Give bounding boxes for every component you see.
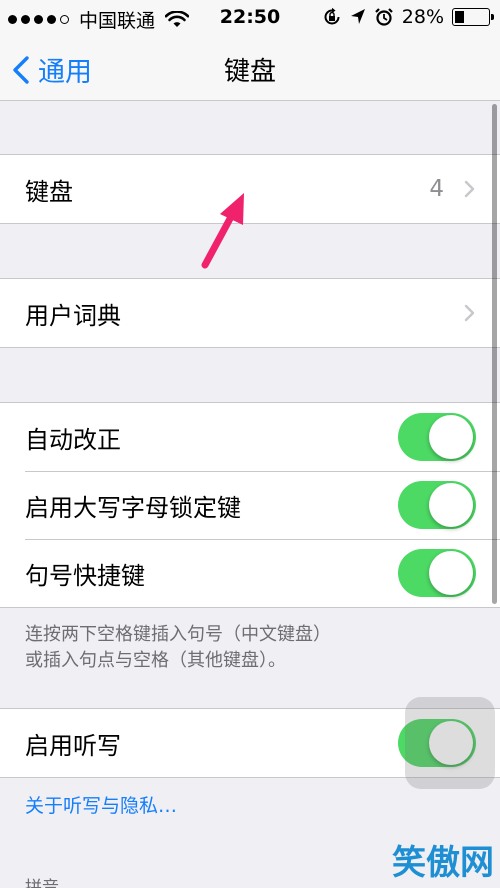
annotation-arrow-icon	[201, 193, 244, 269]
watermark-logo: 笑傲网	[392, 843, 494, 883]
